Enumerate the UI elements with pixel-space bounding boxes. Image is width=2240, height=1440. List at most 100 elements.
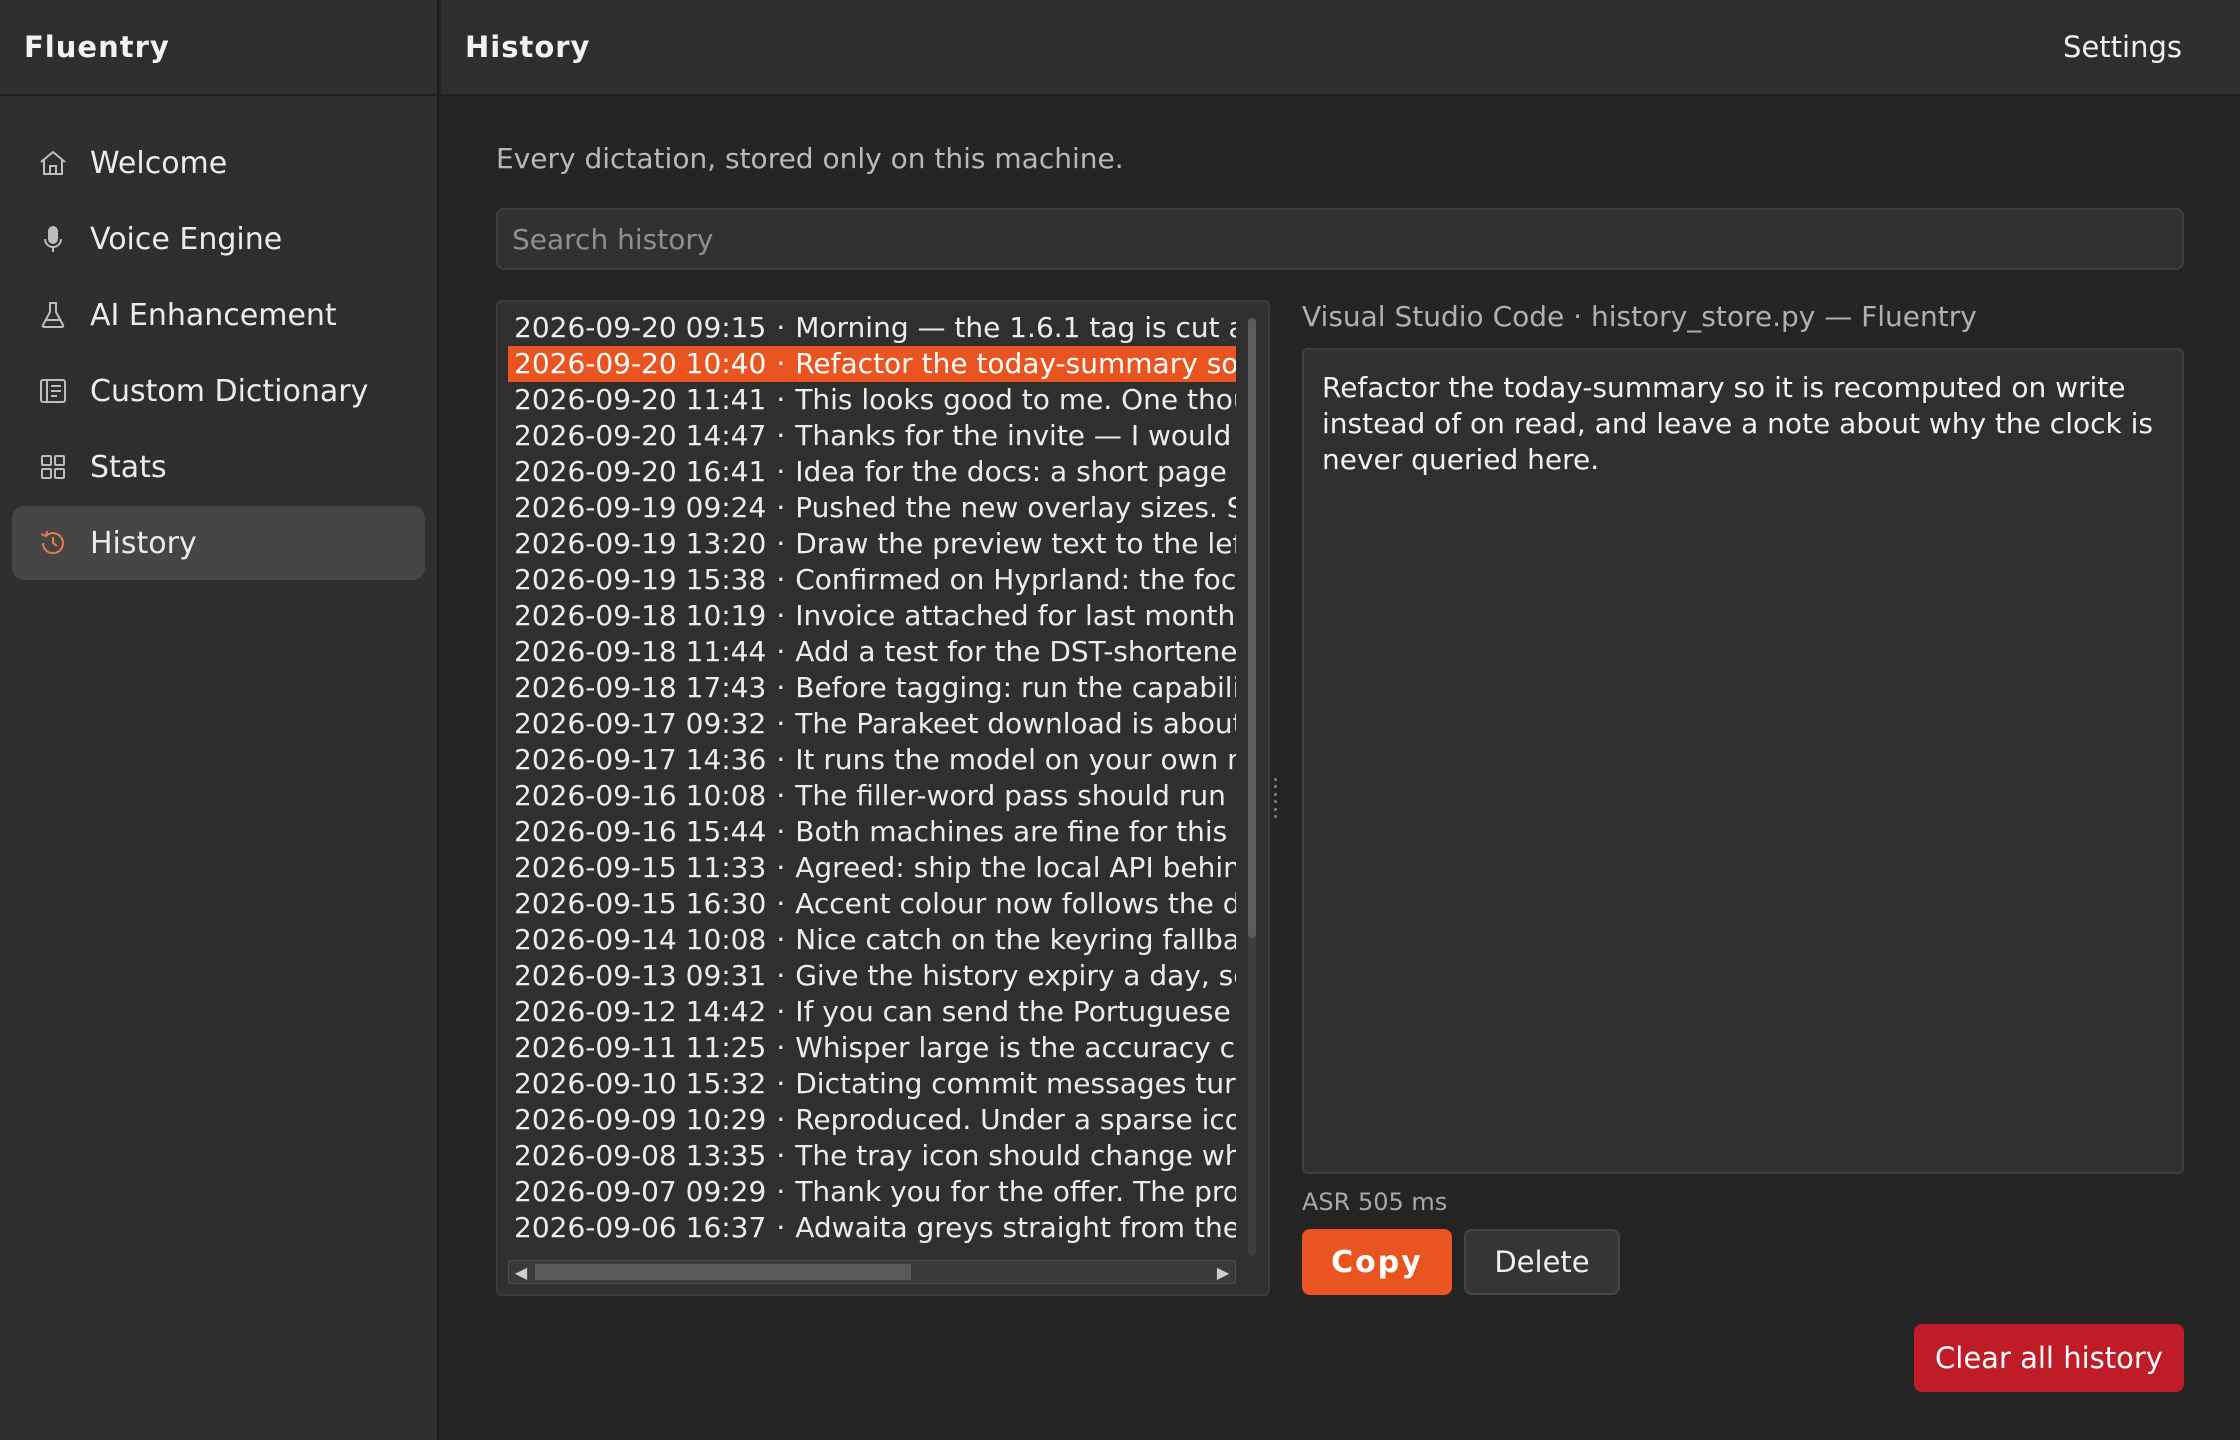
sidebar-item-welcome[interactable]: Welcome — [12, 126, 425, 200]
history-row[interactable]: 2026-09-17 09:32 · The Parakeet download i… — [508, 706, 1236, 742]
history-row-text: Both machines are fine for this — th — [795, 815, 1236, 848]
history-row[interactable]: 2026-09-15 11:33 · Agreed: ship the local … — [508, 850, 1236, 886]
history-row-text: Before tagging: run the capability ch — [795, 671, 1236, 704]
history-row-timestamp: 2026-09-16 15:44 — [514, 815, 767, 848]
sidebar-item-history[interactable]: History — [12, 506, 425, 580]
detail-transcript-text[interactable]: Refactor the today-summary so it is reco… — [1302, 348, 2184, 1174]
history-row[interactable]: 2026-09-20 14:47 · Thanks for the invite —… — [508, 418, 1236, 454]
history-row[interactable]: 2026-09-19 15:38 · Confirmed on Hyprland: … — [508, 562, 1236, 598]
history-row[interactable]: 2026-09-17 14:36 · It runs the model on yo… — [508, 742, 1236, 778]
history-row[interactable]: 2026-09-15 16:30 · Accent colour now follo… — [508, 886, 1236, 922]
history-row-text: It runs the model on your own mach — [795, 743, 1236, 776]
history-row-timestamp: 2026-09-20 16:41 — [514, 455, 767, 488]
clear-all-history-button[interactable]: Clear all history — [1914, 1324, 2184, 1392]
history-row-timestamp: 2026-09-18 17:43 — [514, 671, 767, 704]
history-row[interactable]: 2026-09-20 11:41 · This looks good to me. … — [508, 382, 1236, 418]
history-row-separator: · — [776, 527, 786, 560]
history-row[interactable]: 2026-09-13 09:31 · Give the history expiry… — [508, 958, 1236, 994]
history-row-text: Invoice attached for last month. Let — [795, 599, 1236, 632]
history-row-timestamp: 2026-09-19 09:24 — [514, 491, 767, 524]
history-row[interactable]: 2026-09-20 10:40 · Refactor the today-summ… — [508, 346, 1236, 382]
microphone-icon — [36, 222, 70, 256]
history-icon — [36, 526, 70, 560]
history-row-separator: · — [776, 455, 786, 488]
history-row-text: Refactor the today-summary so it is — [795, 347, 1236, 380]
history-row[interactable]: 2026-09-20 16:41 · Idea for the docs: a sh… — [508, 454, 1236, 490]
history-row-text: This looks good to me. One thought — [795, 383, 1236, 416]
history-row-text: Reproduced. Under a sparse icon th — [795, 1103, 1236, 1136]
sidebar-item-stats[interactable]: Stats — [12, 430, 425, 504]
vertical-scrollbar[interactable] — [1248, 318, 1256, 1256]
history-row-separator: · — [776, 383, 786, 416]
history-row-timestamp: 2026-09-08 13:35 — [514, 1139, 767, 1172]
history-row[interactable]: 2026-09-20 09:15 · Morning — the 1.6.1 tag… — [508, 310, 1236, 346]
history-row-timestamp: 2026-09-20 14:47 — [514, 419, 767, 452]
history-row-text: Agreed: ship the local API behind a s — [795, 851, 1236, 884]
history-row-text: Draw the preview text to the left of — [795, 527, 1236, 560]
history-row-timestamp: 2026-09-20 11:41 — [514, 383, 767, 416]
home-icon — [36, 146, 70, 180]
book-icon — [36, 374, 70, 408]
history-row-timestamp: 2026-09-14 10:08 — [514, 923, 767, 956]
history-row-separator: · — [776, 635, 786, 668]
header-bar: History Settings — [441, 0, 2240, 96]
history-row-timestamp: 2026-09-19 13:20 — [514, 527, 767, 560]
copy-button[interactable]: Copy — [1302, 1229, 1452, 1295]
settings-button[interactable]: Settings — [2063, 30, 2182, 64]
history-row[interactable]: 2026-09-06 16:37 · Adwaita greys straight … — [508, 1210, 1236, 1246]
history-row[interactable]: 2026-09-08 13:35 · The tray icon should ch… — [508, 1138, 1236, 1174]
history-row-text: Add a test for the DST-shortened d — [795, 635, 1236, 668]
delete-button[interactable]: Delete — [1464, 1229, 1620, 1295]
history-row-timestamp: 2026-09-15 16:30 — [514, 887, 767, 920]
history-row-separator: · — [776, 887, 786, 920]
sidebar-header: Fluentry — [0, 0, 437, 96]
history-row[interactable]: 2026-09-07 09:29 · Thank you for the offer… — [508, 1174, 1236, 1210]
history-row-text: Give the history expiry a day, seven, — [795, 959, 1236, 992]
horizontal-scrollbar[interactable]: ◀ ▶ — [508, 1260, 1236, 1284]
history-list-panel: 2026-09-20 09:15 · Morning — the 1.6.1 tag… — [496, 300, 1270, 1296]
history-row-text: Confirmed on Hyprland: the focused — [795, 563, 1236, 596]
history-row[interactable]: 2026-09-19 13:20 · Draw the preview text t… — [508, 526, 1236, 562]
sidebar-item-ai-enhancement[interactable]: AI Enhancement — [12, 278, 425, 352]
history-row-text: Morning — the 1.6.1 tag is cut and th — [795, 311, 1236, 344]
history-list[interactable]: 2026-09-20 09:15 · Morning — the 1.6.1 tag… — [508, 310, 1236, 1260]
history-row[interactable]: 2026-09-12 14:42 · If you can send the Por… — [508, 994, 1236, 1030]
history-row-separator: · — [776, 1211, 786, 1244]
sidebar-item-label: Stats — [90, 449, 167, 485]
detail-source-app: Visual Studio Code · history_store.py — … — [1302, 300, 1977, 333]
history-row[interactable]: 2026-09-16 15:44 · Both machines are fine … — [508, 814, 1236, 850]
search-input[interactable] — [496, 208, 2184, 270]
history-row[interactable]: 2026-09-19 09:24 · Pushed the new overlay … — [508, 490, 1236, 526]
history-row-separator: · — [776, 743, 786, 776]
history-row[interactable]: 2026-09-11 11:25 · Whisper large is the ac… — [508, 1030, 1236, 1066]
history-row-timestamp: 2026-09-17 09:32 — [514, 707, 767, 740]
history-row-separator: · — [776, 779, 786, 812]
history-row[interactable]: 2026-09-18 10:19 · Invoice attached for la… — [508, 598, 1236, 634]
history-row-text: Accent colour now follows the desk — [795, 887, 1236, 920]
scroll-right-icon[interactable]: ▶ — [1213, 1263, 1233, 1283]
history-row[interactable]: 2026-09-10 15:32 · Dictating commit messag… — [508, 1066, 1236, 1102]
history-row[interactable]: 2026-09-16 10:08 · The filler-word pass sh… — [508, 778, 1236, 814]
sidebar-item-voice-engine[interactable]: Voice Engine — [12, 202, 425, 276]
history-row-separator: · — [776, 995, 786, 1028]
history-row-text: Nice catch on the keyring fallback. St — [795, 923, 1236, 956]
vertical-scrollbar-thumb[interactable] — [1248, 318, 1256, 938]
history-row-timestamp: 2026-09-07 09:29 — [514, 1175, 767, 1208]
history-row[interactable]: 2026-09-09 10:29 · Reproduced. Under a spa… — [508, 1102, 1236, 1138]
pane-splitter-handle[interactable] — [1271, 778, 1279, 818]
history-row-text: The tray icon should change while re — [795, 1139, 1236, 1172]
history-row-separator: · — [776, 671, 786, 704]
horizontal-scrollbar-thumb[interactable] — [535, 1264, 911, 1280]
history-row-separator: · — [776, 347, 786, 380]
grid-icon — [36, 450, 70, 484]
sidebar-item-custom-dictionary[interactable]: Custom Dictionary — [12, 354, 425, 428]
history-row[interactable]: 2026-09-18 11:44 · Add a test for the DST-… — [508, 634, 1236, 670]
scroll-left-icon[interactable]: ◀ — [511, 1263, 531, 1283]
history-row-text: Adwaita greys straight from the spe — [795, 1211, 1236, 1244]
history-row[interactable]: 2026-09-14 10:08 · Nice catch on the keyri… — [508, 922, 1236, 958]
history-row[interactable]: 2026-09-18 17:43 · Before tagging: run the… — [508, 670, 1236, 706]
history-row-text: Whisper large is the accuracy ceiling — [795, 1031, 1236, 1064]
history-row-timestamp: 2026-09-17 14:36 — [514, 743, 767, 776]
sidebar-nav: Welcome Voice Engine AI Enhancement Cust… — [0, 96, 437, 580]
history-row-separator: · — [776, 707, 786, 740]
